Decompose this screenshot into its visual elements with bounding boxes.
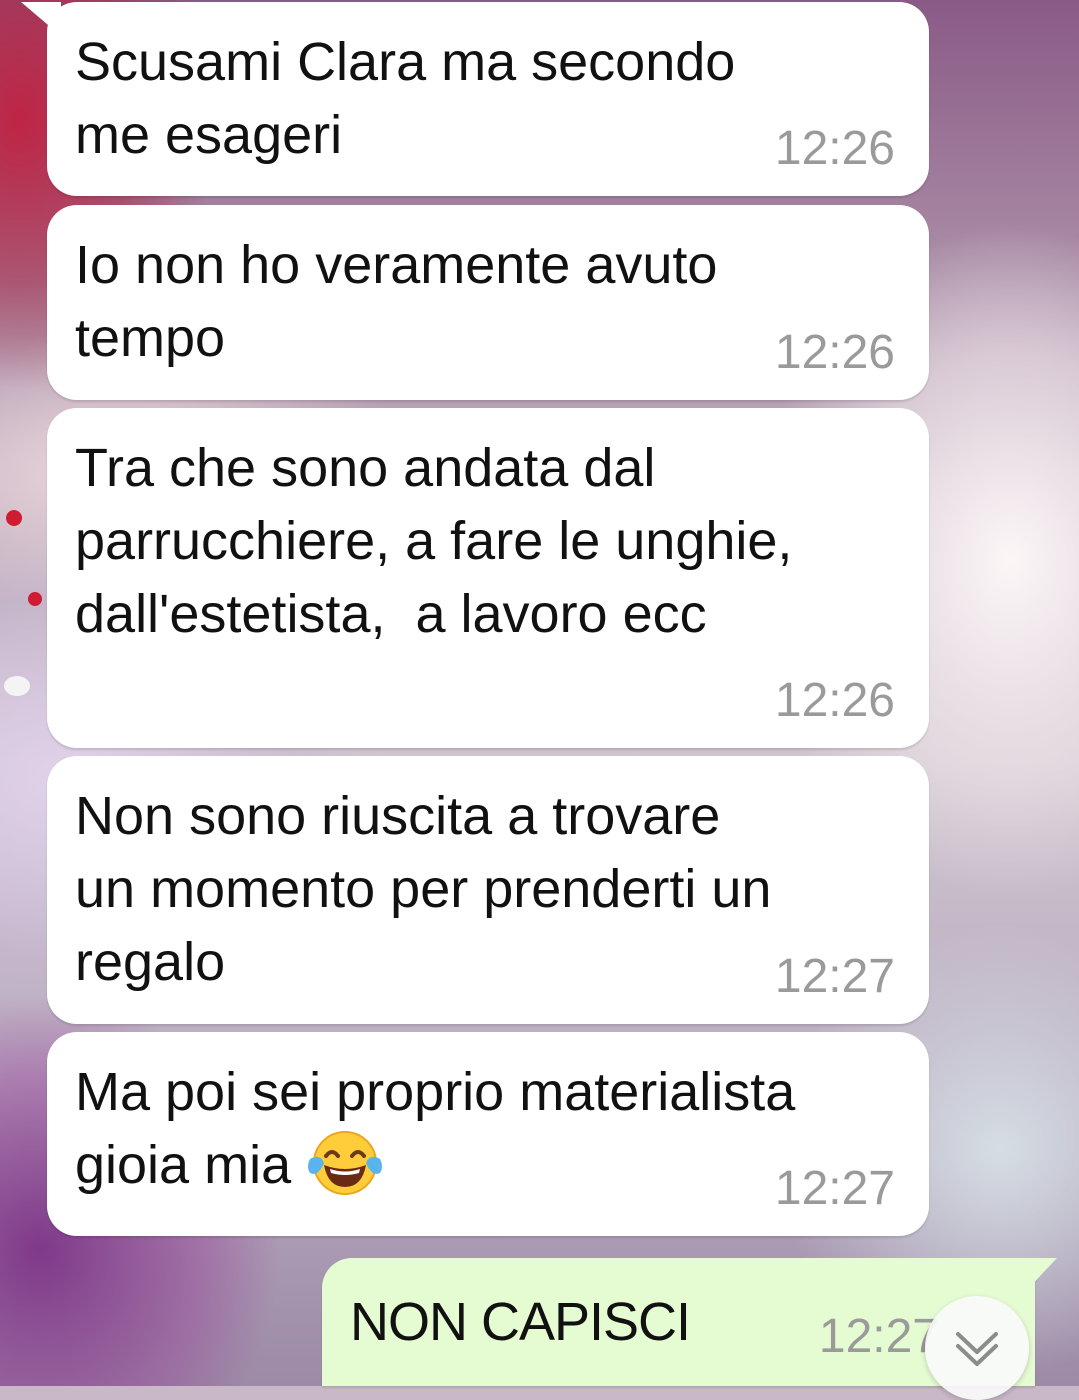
message-time: 12:27 bbox=[818, 1310, 939, 1363]
message-bubble-incoming[interactable]: Tra che sono andata dal parrucchiere, a … bbox=[47, 408, 929, 748]
message-bubble-incoming[interactable]: Io non ho veramente avuto tempo 12:26 bbox=[47, 205, 929, 400]
scroll-to-bottom-button[interactable] bbox=[925, 1296, 1029, 1400]
message-time: 12:27 bbox=[774, 950, 895, 1003]
message-time: 12:26 bbox=[774, 326, 895, 379]
message-text-content: Ma poi sei proprio materialista gioia mi… bbox=[75, 1062, 796, 1195]
message-time: 12:26 bbox=[774, 674, 895, 727]
double-chevron-down-icon bbox=[956, 1332, 998, 1366]
message-time: 12:27 bbox=[774, 1162, 895, 1215]
message-bubble-incoming[interactable]: Scusami Clara ma secondo me esageri 12:2… bbox=[21, 2, 929, 196]
message-list[interactable]: Scusami Clara ma secondo me esageri 12:2… bbox=[0, 0, 1079, 1400]
message-bubble-incoming[interactable]: Non sono riuscita a trovare un momento p… bbox=[47, 756, 929, 1024]
face-with-tears-of-joy-icon bbox=[308, 1131, 383, 1195]
message-text: Tra che sono andata dal parrucchiere, a … bbox=[75, 438, 793, 644]
message-bubble-incoming[interactable]: Ma poi sei proprio materialista gioia mi… bbox=[47, 1032, 929, 1236]
message-time: 12:26 bbox=[774, 122, 895, 175]
